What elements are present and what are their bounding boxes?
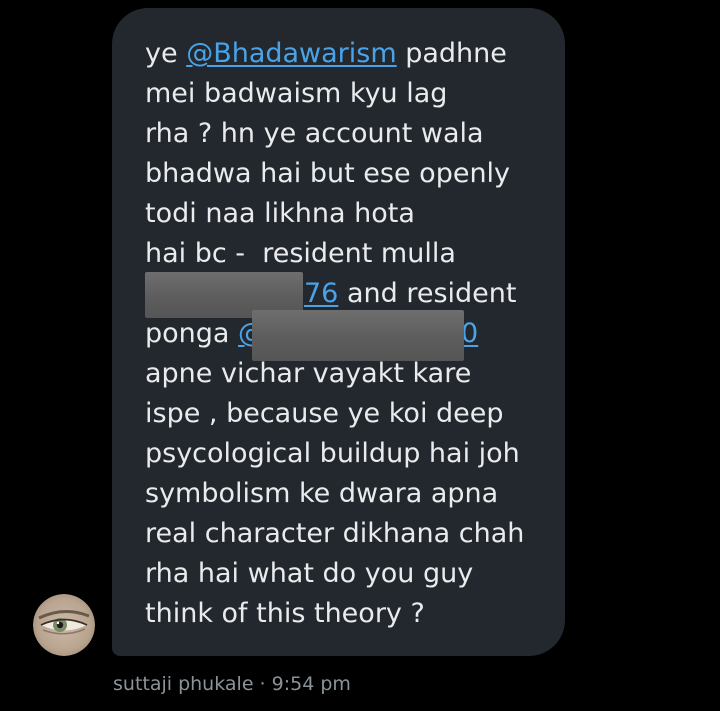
message-line: mei badwaism kyu lag [145, 78, 448, 109]
avatar-eye-icon [33, 594, 95, 656]
sender-name[interactable]: suttaji phukale [113, 673, 254, 695]
message-line: ponga @ [145, 314, 265, 354]
message-text: ponga [145, 318, 239, 349]
redaction-box [252, 310, 464, 361]
message-line: ispe , because ye koi deep [145, 398, 504, 429]
message-line: rha ? hn ye account wala [145, 118, 484, 149]
avatar[interactable] [33, 594, 95, 656]
message-timestamp: 9:54 pm [271, 673, 351, 695]
meta-separator: · [253, 673, 272, 695]
message-line: bhadwa hai but ese openly [145, 158, 511, 189]
message-line: rha hai what do you guy [145, 558, 474, 589]
message-text: ye [145, 38, 187, 69]
message-line: think of this theory ? [145, 598, 425, 629]
message-line: todi naa likhna hota [145, 198, 415, 229]
message-line: ye @Bhadawarism padhne [145, 34, 507, 74]
message-line: psycological buildup hai joh [145, 438, 520, 469]
message-meta: suttaji phukale · 9:54 pm [113, 670, 351, 698]
message-line: real character dikhana chah [145, 518, 525, 549]
message-line: symbolism ke dwara apna [145, 478, 499, 509]
message-text: padhne [396, 38, 507, 69]
message-line: hai bc - resident mulla [145, 238, 456, 269]
message-text: and resident [338, 278, 517, 309]
mention-link[interactable]: 76 [304, 278, 338, 309]
message-line: 76 and resident [304, 274, 516, 314]
mention-link[interactable]: @Bhadawarism [186, 38, 396, 69]
